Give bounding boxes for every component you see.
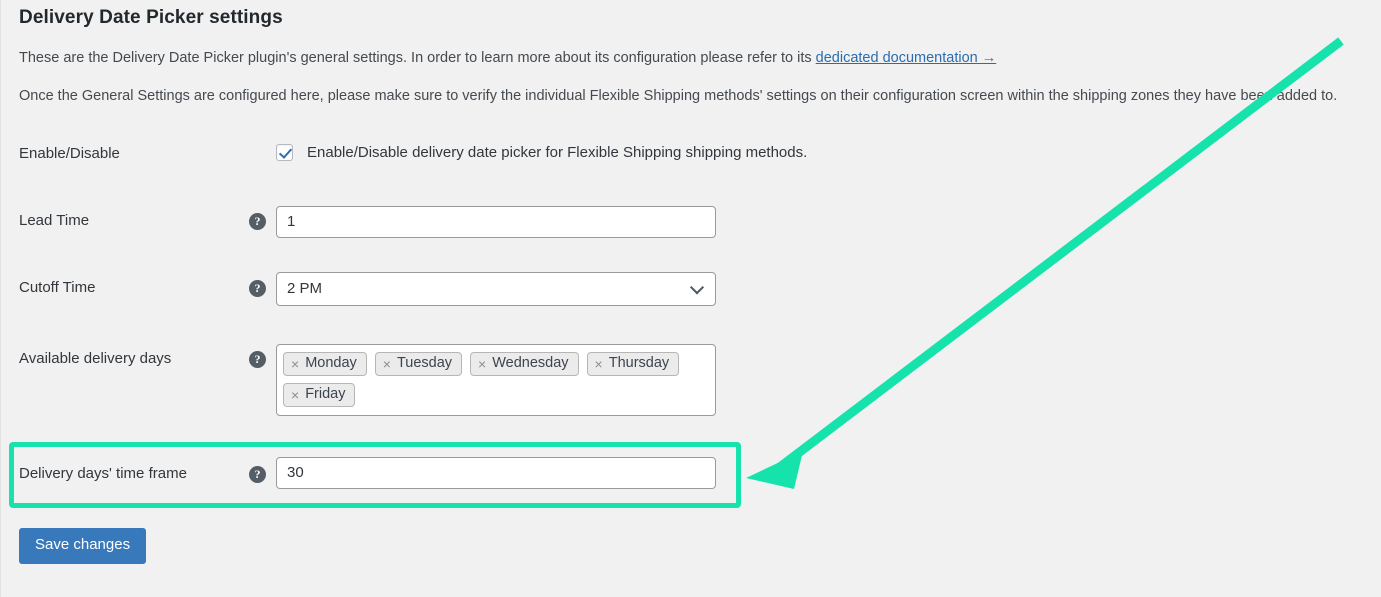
delivery-day-tag-label: Monday [305, 355, 357, 371]
dedicated-documentation-link[interactable]: dedicated documentation → [816, 50, 997, 66]
intro-paragraph-1: These are the Delivery Date Picker plugi… [19, 50, 996, 66]
lead-time-input[interactable]: 1 [276, 206, 716, 238]
help-icon-available-delivery-days[interactable]: ? [249, 351, 266, 368]
delivery-day-tag[interactable]: × Monday [283, 352, 367, 376]
remove-tag-icon[interactable]: × [291, 357, 299, 371]
page-title: Delivery Date Picker settings [19, 7, 283, 28]
available-delivery-days-tag-input[interactable]: × Monday × Tuesday × Wednesday × Thursday × Frida… [276, 344, 716, 416]
intro-paragraph-2: Once the General Settings are configured… [19, 88, 1338, 104]
delivery-day-tag[interactable]: × Thursday [586, 352, 680, 376]
delivery-day-tag[interactable]: × Wednesday [470, 352, 579, 376]
delivery-day-tag-label: Friday [305, 386, 346, 402]
delivery-day-tag-label: Thursday [608, 355, 670, 371]
label-available-delivery-days: Available delivery days [19, 350, 172, 367]
cutoff-time-selected-value: 2 PM [287, 280, 323, 297]
enable-disable-checkbox-group[interactable]: Enable/Disable delivery date picker for … [276, 144, 807, 161]
help-icon-delivery-days-time-frame[interactable]: ? [249, 466, 266, 483]
delivery-day-tag[interactable]: × Friday [283, 383, 356, 407]
enable-disable-checkbox-label: Enable/Disable delivery date picker for … [307, 144, 808, 161]
enable-disable-checkbox[interactable] [276, 144, 293, 161]
delivery-day-tag-label: Wednesday [492, 355, 569, 371]
label-cutoff-time: Cutoff Time [19, 279, 96, 296]
delivery-days-time-frame-input[interactable]: 30 [276, 457, 716, 489]
remove-tag-icon[interactable]: × [595, 357, 603, 371]
label-lead-time: Lead Time [19, 212, 90, 229]
save-changes-button[interactable]: Save changes [19, 528, 147, 564]
help-icon-lead-time[interactable]: ? [249, 213, 266, 230]
remove-tag-icon[interactable]: × [383, 357, 391, 371]
delivery-day-tag-label: Tuesday [396, 355, 453, 371]
remove-tag-icon[interactable]: × [291, 388, 299, 402]
remove-tag-icon[interactable]: × [478, 357, 486, 371]
label-delivery-days-time-frame: Delivery days' time frame [19, 465, 187, 482]
cutoff-time-select[interactable]: 2 PM [276, 272, 716, 306]
settings-page: Delivery Date Picker settings These are … [0, 0, 1381, 597]
chevron-down-icon [692, 282, 703, 293]
delivery-day-tag[interactable]: × Tuesday [374, 352, 463, 376]
intro-paragraph-1-text: These are the Delivery Date Picker plugi… [19, 50, 816, 66]
label-enable-disable: Enable/Disable [19, 145, 120, 162]
help-icon-cutoff-time[interactable]: ? [249, 280, 266, 297]
